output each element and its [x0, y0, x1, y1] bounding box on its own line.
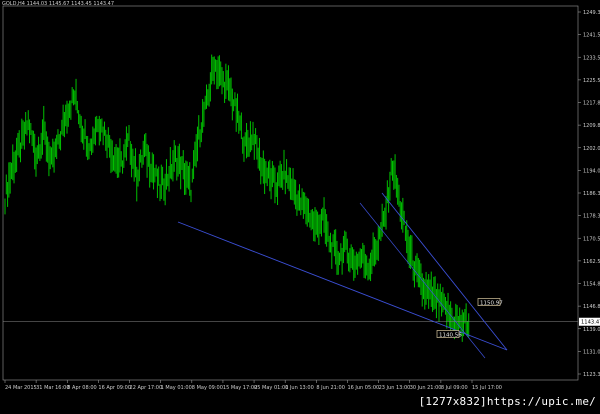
y-tick-label: 1170.55	[583, 236, 600, 242]
y-tick-label: 1154.80	[583, 282, 600, 288]
y-tick-label: 1249.30	[583, 10, 600, 16]
x-tick-label: 8 Jul 09:00	[441, 385, 468, 391]
y-tick-label: 1186.30	[583, 191, 600, 197]
x-tick-label: 1 Jun 13:00	[285, 385, 314, 391]
y-tick-label: 1131.05	[583, 349, 600, 355]
y-tick-label: 1209.80	[583, 123, 600, 129]
x-tick-label: 15 Jul 17:00	[472, 385, 502, 391]
y-tick-label: 1217.80	[583, 101, 600, 107]
x-tick-label: 16 Apr 09:00	[98, 385, 131, 391]
x-tick-label: 15 May 17:00	[223, 385, 257, 391]
price-marker-1150-text: 1150.97	[480, 301, 503, 307]
y-tick-label: 1202.05	[583, 146, 600, 152]
y-tick-label: 1162.55	[583, 259, 600, 265]
x-tick-label: 24 Mar 2015	[5, 385, 37, 391]
y-tick-label: 1139.05	[583, 327, 600, 333]
chart-area[interactable]: GOLD,H4 1144.03 1145.67 1143.45 1143.47 …	[0, 0, 600, 410]
x-tick-label: 8 Jun 21:00	[316, 385, 345, 391]
y-tick-label: 1178.30	[583, 214, 600, 220]
x-tick-label: 30 Jun 21:00	[410, 385, 442, 391]
y-tick-label: 1241.55	[583, 33, 600, 39]
y-tick-label: 1123.30	[583, 372, 600, 378]
current-price-tag-text: 1143.47	[581, 320, 600, 326]
x-tick-label: 23 Jun 13:00	[379, 385, 411, 391]
y-tick-label: 1194.05	[583, 168, 600, 174]
chart-title: GOLD,H4 1144.03 1145.67 1143.45 1143.47	[2, 1, 115, 7]
trendline-upper	[381, 192, 508, 351]
x-tick-label: 31 Mar 16:00	[36, 385, 69, 391]
x-tick-label: 8 Apr 08:00	[67, 385, 96, 391]
y-tick-label: 1233.50	[583, 55, 600, 61]
y-tick-label: 1146.85	[583, 304, 600, 310]
x-tick-label: 8 May 09:00	[192, 385, 223, 391]
x-tick-label: 25 May 01:00	[254, 385, 288, 391]
watermark: [1277x832]https://upic.me/	[418, 395, 596, 408]
x-tick-label: 22 Apr 17:00	[130, 385, 163, 391]
price-chart[interactable]: 1150.97 1140.56 1249.30 1241.55 1233.50 1225.…	[0, 0, 600, 410]
price-marker-1140-text: 1140.56	[439, 333, 462, 339]
trendline-lower	[359, 202, 486, 359]
x-tick-label: 1 May 01:00	[161, 385, 192, 391]
y-tick-label: 1225.55	[583, 78, 600, 84]
x-tick-label: 16 Jun 05:00	[347, 385, 379, 391]
